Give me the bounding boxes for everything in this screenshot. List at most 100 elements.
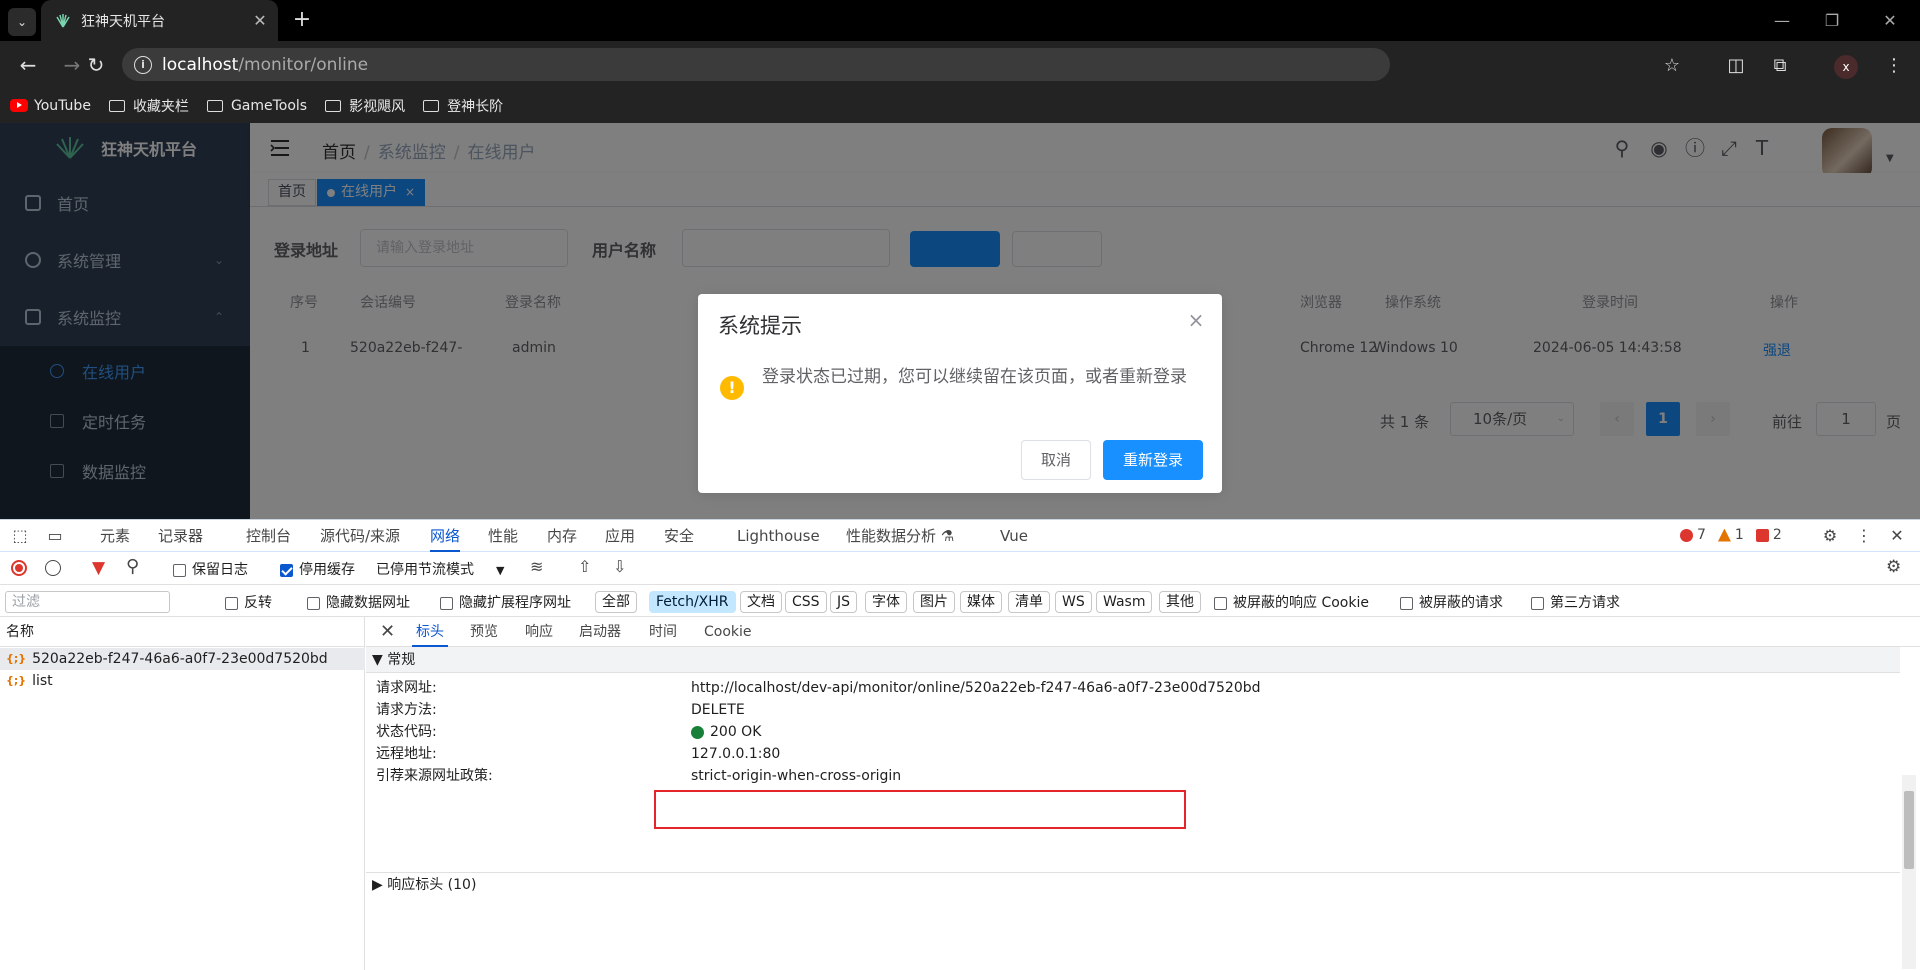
error-icon	[1680, 528, 1693, 542]
restore-button[interactable]: ❐	[1808, 0, 1856, 41]
detail-scrollbar[interactable]	[1902, 775, 1916, 969]
tab-title: 狂神天机平台	[81, 13, 165, 30]
detail-tab-headers[interactable]: 标头	[412, 617, 448, 647]
type-chip[interactable]: 全部	[595, 591, 637, 613]
response-headers-section[interactable]: ▶ 响应标头 (10)	[366, 872, 1900, 896]
detail-tab[interactable]: Cookie	[704, 617, 752, 647]
devtools-tab[interactable]: 性能	[488, 520, 518, 552]
filter-bar: 过滤 反转 隐藏数据网址 隐藏扩展程序网址 全部 Fetch/XHR 文档 CS…	[0, 585, 1920, 617]
devtools-tab-network[interactable]: 网络	[430, 520, 461, 552]
type-chip[interactable]: 图片	[913, 591, 955, 613]
detail-tab[interactable]: 启动器	[579, 617, 621, 647]
new-tab-button[interactable]: +	[288, 6, 316, 34]
type-chip[interactable]: 文档	[740, 591, 782, 613]
inspect-element-icon[interactable]: ⬚	[10, 526, 30, 546]
devtools-tab[interactable]: 安全	[664, 520, 694, 552]
back-arrow-icon[interactable]: ←	[14, 51, 42, 79]
reading-mode-icon[interactable]: ◫	[1722, 51, 1750, 79]
scrollbar-thumb[interactable]	[1904, 791, 1914, 869]
third-party-checkbox[interactable]: 第三方请求	[1531, 592, 1620, 612]
import-har-icon[interactable]: ⇧	[578, 557, 591, 576]
tab-close-icon[interactable]: ✕	[250, 11, 270, 30]
devtools-tab[interactable]: 内存	[547, 520, 577, 552]
bookmarks-bar: YouTube 收藏夹栏 GameTools 影视飓风 登神长阶	[0, 88, 1920, 123]
detail-tab[interactable]: 响应	[525, 617, 553, 647]
bookmark-folder[interactable]: 影视飓风	[325, 96, 405, 116]
devtools-tab[interactable]: 性能数据分析 ⚗	[846, 520, 954, 552]
request-url: http://localhost/dev-api/monitor/online/…	[691, 680, 1261, 696]
profile-avatar[interactable]: x	[1834, 55, 1858, 79]
request-list: 名称 {;} 520a22eb-f247-46a6-a0f7-23e00d7520…	[0, 617, 365, 970]
type-chip[interactable]: 清单	[1008, 591, 1050, 613]
hide-data-urls-checkbox[interactable]: 隐藏数据网址	[307, 592, 410, 612]
bookmark-folder[interactable]: 登神长阶	[423, 96, 503, 116]
search-icon[interactable]: ⚲	[126, 556, 139, 577]
type-chip[interactable]: Wasm	[1096, 591, 1153, 613]
reload-icon[interactable]: ↻	[82, 51, 110, 79]
blocked-requests-checkbox[interactable]: 被屏蔽的请求	[1400, 592, 1503, 612]
settings-gear-icon[interactable]: ⚙	[1820, 526, 1840, 546]
devtools-tab[interactable]: 应用	[605, 520, 635, 552]
bookmark-folder[interactable]: 收藏夹栏	[108, 96, 189, 116]
extensions-icon[interactable]: ⧉	[1766, 51, 1794, 79]
clear-icon[interactable]	[45, 560, 61, 576]
network-settings-icon[interactable]: ⚙	[1886, 557, 1901, 577]
type-chip[interactable]: CSS	[785, 591, 827, 613]
folder-icon	[206, 99, 223, 112]
general-row: 远程地址: 127.0.0.1:80	[376, 746, 781, 762]
general-row: 引荐来源网址政策: strict-origin-when-cross-origin	[376, 768, 902, 784]
name-column-header[interactable]: 名称	[0, 617, 365, 647]
general-section-header[interactable]: ▼ 常规	[366, 647, 1900, 673]
bookmark-folder[interactable]: GameTools	[206, 98, 307, 114]
disable-cache-checkbox[interactable]: 停用缓存	[280, 559, 355, 579]
devtools-tab[interactable]: Lighthouse	[737, 520, 820, 552]
type-chip[interactable]: 其他	[1159, 591, 1201, 613]
preserve-log-checkbox[interactable]: 保留日志	[173, 559, 248, 579]
tab-favicon-icon	[56, 13, 70, 27]
devtools-more-icon[interactable]: ⋮	[1854, 526, 1874, 546]
general-row: 请求方法: DELETE	[376, 702, 745, 718]
throttle-select[interactable]: 已停用节流模式 ▼	[376, 559, 504, 579]
record-icon[interactable]	[11, 560, 27, 576]
detail-tab[interactable]: 预览	[470, 617, 498, 647]
minimize-button[interactable]: —	[1758, 0, 1806, 41]
close-icon[interactable]: ×	[1186, 310, 1206, 330]
devtools-tab[interactable]: 源代码/来源	[320, 520, 400, 552]
relogin-button[interactable]: 重新登录	[1103, 440, 1203, 480]
site-info-icon[interactable]: i	[134, 55, 152, 74]
address-bar[interactable]: i localhost/monitor/online	[122, 48, 1390, 81]
device-toolbar-icon[interactable]: ▭	[45, 526, 65, 546]
devtools-tab[interactable]: 元素	[100, 520, 130, 552]
type-chip[interactable]: JS	[830, 591, 858, 613]
hide-extension-urls-checkbox[interactable]: 隐藏扩展程序网址	[440, 592, 571, 612]
message-box: 系统提示 × ! 登录状态已过期，您可以继续留在该页面，或者重新登录 取消 重新…	[698, 294, 1222, 493]
window-close-button[interactable]: ✕	[1866, 0, 1914, 41]
devtools-close-icon[interactable]: ✕	[1887, 526, 1907, 546]
type-chip-fetch-xhr[interactable]: Fetch/XHR	[649, 591, 736, 613]
type-chip[interactable]: 字体	[865, 591, 907, 613]
browser-tab[interactable]: 狂神天机平台 ✕	[41, 0, 278, 41]
devtools-tab[interactable]: Vue	[1000, 520, 1028, 552]
bookmark-youtube[interactable]: YouTube	[10, 98, 91, 114]
invert-checkbox[interactable]: 反转	[225, 592, 272, 612]
devtools-tab[interactable]: 记录器	[158, 520, 203, 552]
network-conditions-icon[interactable]: ≋	[530, 557, 543, 576]
tab-search-icon[interactable]: ⌄	[8, 8, 36, 36]
filter-icon[interactable]: ▼	[92, 558, 105, 578]
more-menu-icon[interactable]: ⋮	[1880, 51, 1908, 79]
bookmark-star-icon[interactable]: ☆	[1658, 51, 1686, 79]
devtools-tab[interactable]: 控制台	[246, 520, 291, 552]
general-row: 状态代码: 200 OK	[376, 724, 762, 740]
request-row[interactable]: {;} 520a22eb-f247-46a6-a0f7-23e00d7520bd	[0, 648, 365, 670]
detail-tab[interactable]: 时间	[649, 617, 677, 647]
blocked-cookie-checkbox[interactable]: 被屏蔽的响应 Cookie	[1214, 592, 1369, 612]
filter-input[interactable]: 过滤	[5, 591, 170, 613]
export-har-icon[interactable]: ⇩	[613, 557, 626, 576]
detail-close-icon[interactable]: ✕	[380, 617, 395, 647]
type-chip[interactable]: WS	[1055, 591, 1092, 613]
issue-counters[interactable]: 7 1 2	[1680, 527, 1782, 543]
folder-icon	[108, 99, 125, 112]
request-row[interactable]: {;} list	[0, 670, 365, 692]
cancel-button[interactable]: 取消	[1021, 440, 1091, 480]
type-chip[interactable]: 媒体	[960, 591, 1002, 613]
